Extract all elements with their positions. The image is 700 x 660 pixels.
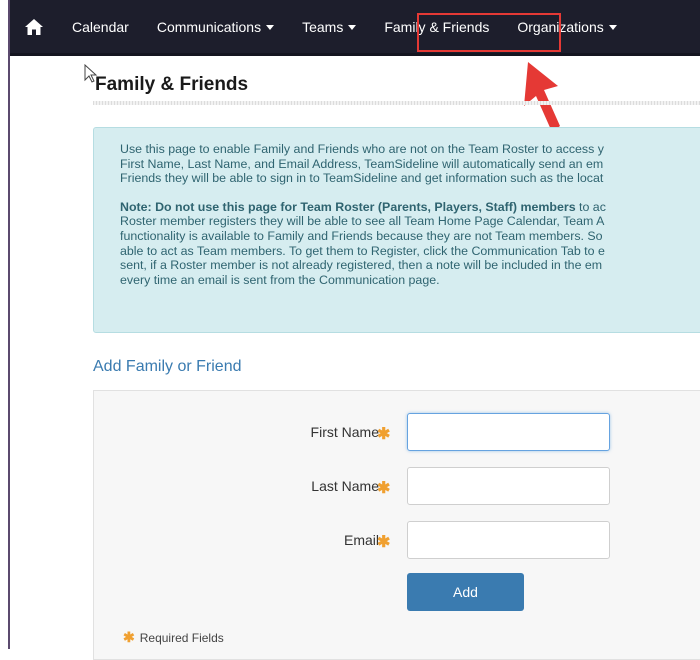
info-note-line: Note: Do not use this page for Team Rost… — [120, 200, 700, 215]
nav-family-friends[interactable]: Family & Friends — [370, 0, 503, 53]
info-line: sent, if a Roster member is not already … — [120, 258, 603, 273]
info-line: able to act as Team members. To get them… — [120, 243, 605, 258]
info-line: Roster member registers they will be abl… — [120, 214, 605, 229]
chevron-down-icon — [348, 24, 357, 30]
required-fields-note: ✱ Required Fields — [123, 629, 224, 646]
info-line: every time an email is sent from the Com… — [120, 272, 440, 287]
nav-organizations-label: Organizations — [517, 18, 604, 35]
nav-communications[interactable]: Communications — [143, 0, 288, 53]
info-line: Friends they will be able to sign in to … — [120, 171, 604, 186]
top-navbar: Calendar Communications Teams Family & F… — [10, 0, 700, 56]
first-name-input[interactable] — [407, 413, 610, 451]
chevron-down-icon — [266, 24, 275, 30]
nav-calendar[interactable]: Calendar — [58, 0, 143, 53]
info-note-bold: Note: Do not use this page for Team Rost… — [120, 199, 576, 214]
first-name-label: First Name — [310, 424, 379, 440]
email-input[interactable] — [407, 521, 610, 559]
nav-communications-label: Communications — [156, 18, 262, 35]
page-title: Family & Friends — [95, 74, 249, 95]
nav-organizations[interactable]: Organizations — [503, 0, 630, 53]
info-panel: Use this page to enable Family and Frien… — [93, 127, 700, 333]
nav-family-friends-label: Family & Friends — [384, 18, 490, 35]
add-button[interactable]: Add — [407, 573, 524, 611]
nav-teams[interactable]: Teams — [288, 0, 370, 53]
required-asterisk-icon: ✱ — [377, 534, 391, 551]
email-row: Email ✱ — [94, 521, 700, 561]
section-title: Add Family or Friend — [93, 358, 242, 375]
required-fields-label: Required Fields — [139, 631, 224, 645]
info-line: First Name, Last Name, and Email Address… — [120, 156, 604, 171]
nav-calendar-label: Calendar — [72, 18, 129, 35]
chevron-down-icon — [608, 24, 617, 30]
last-name-label: Last Name — [311, 478, 379, 494]
home-icon — [25, 18, 43, 35]
required-asterisk-icon: ✱ — [123, 629, 135, 645]
nav-teams-label: Teams — [302, 18, 344, 35]
window-left-border — [0, 0, 10, 649]
title-divider — [93, 101, 700, 105]
first-name-row: First Name ✱ — [94, 413, 700, 453]
email-label: Email — [343, 532, 379, 548]
add-family-form: First Name ✱ Last Name ✱ Email ✱ Add ✱ Re… — [93, 390, 700, 660]
nav-home-button[interactable] — [10, 0, 58, 53]
info-line: Use this page to enable Family and Frien… — [120, 142, 604, 156]
info-line: functionality is available to Family and… — [120, 228, 603, 243]
last-name-row: Last Name ✱ — [94, 467, 700, 507]
last-name-input[interactable] — [407, 467, 610, 505]
required-asterisk-icon: ✱ — [377, 480, 391, 497]
info-note-tail: to ac — [575, 199, 606, 214]
required-asterisk-icon: ✱ — [377, 426, 391, 443]
